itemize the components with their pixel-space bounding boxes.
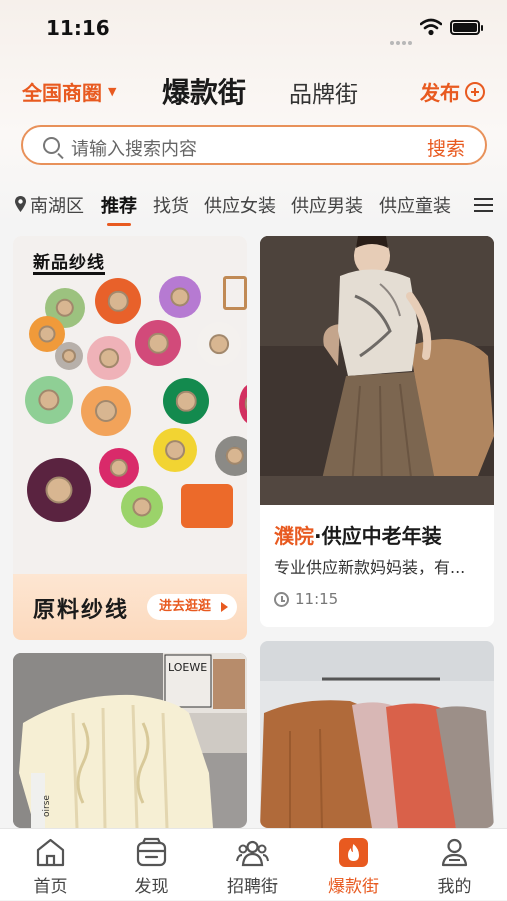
post-title: 濮院·供应中老年装	[274, 520, 442, 549]
area-selector[interactable]: 全国商圈 ▼	[22, 77, 116, 106]
fire-icon	[339, 838, 368, 867]
bottom-nav: 首页 发现 招聘街 爆款街 我的	[0, 828, 507, 900]
discover-icon	[136, 837, 167, 867]
category-bar: 南湖区 推荐 找货 供应女装 供应男装 供应童装	[0, 186, 507, 226]
battery-icon	[450, 20, 483, 35]
tab-brand-street[interactable]: 品牌街	[289, 75, 358, 109]
post-time: 11:15	[274, 590, 338, 608]
tab-hot-street[interactable]: 爆款街	[162, 71, 246, 111]
status-time: 11:16	[46, 16, 110, 40]
home-icon	[36, 838, 65, 867]
yarn-banner: 原料纱线 进去逛逛	[13, 574, 247, 640]
nav-profile-label: 我的	[437, 877, 472, 897]
nav-hot-street[interactable]: 爆款街	[303, 829, 404, 901]
caret-down-icon: ▼	[108, 85, 117, 98]
alarm-clock-icon	[274, 591, 289, 607]
category-mens[interactable]: 供应男装	[291, 192, 363, 218]
top-header: 全国商圈 ▼ 爆款街 品牌街 发布	[0, 66, 507, 114]
post-title-text: ·供应中老年装	[314, 524, 442, 548]
sweater-image: LOEWE oirse	[13, 653, 247, 828]
category-kids[interactable]: 供应童装	[379, 192, 451, 218]
post-description: 专业供应新款妈妈装，有...	[274, 558, 466, 577]
plus-circle-icon	[465, 81, 485, 102]
search-input[interactable]: 请输入搜索内容	[71, 135, 197, 161]
category-recommend[interactable]: 推荐	[101, 192, 137, 226]
wifi-icon	[420, 18, 442, 36]
post-title-location: 濮院	[274, 524, 314, 548]
yarn-tag: 新品纱线	[33, 248, 105, 275]
nav-discover[interactable]: 发现	[101, 829, 202, 901]
knitwear-image	[260, 641, 494, 828]
cellular-signal-icon	[390, 30, 416, 45]
category-womens[interactable]: 供应女装	[204, 192, 276, 218]
post-time-text: 11:15	[295, 590, 339, 608]
store-sign-text: LOEWE	[168, 661, 207, 674]
location-pin-icon	[15, 196, 26, 212]
recruit-icon	[236, 840, 269, 867]
status-bar: 11:16	[0, 0, 507, 56]
nav-recruit[interactable]: 招聘街	[202, 829, 303, 901]
nav-home[interactable]: 首页	[0, 829, 101, 901]
post-image	[260, 236, 494, 505]
search-bar[interactable]: 请输入搜索内容 搜索	[21, 125, 487, 165]
nav-hot-street-label: 爆款街	[328, 877, 379, 897]
category-find-goods[interactable]: 找货	[153, 192, 189, 218]
nav-home-label: 首页	[33, 877, 68, 897]
publish-label: 发布	[420, 81, 460, 105]
publish-button[interactable]: 发布	[420, 77, 485, 106]
nav-profile[interactable]: 我的	[404, 829, 505, 901]
post-card[interactable]: 濮院·供应中老年装 专业供应新款妈妈装，有... 11:15	[260, 236, 494, 627]
knitwear-card[interactable]	[260, 641, 494, 828]
nav-discover-label: 发现	[134, 877, 169, 897]
yarn-banner-title: 原料纱线	[33, 598, 130, 623]
menu-icon[interactable]	[474, 198, 493, 213]
enter-shop-button[interactable]: 进去逛逛	[147, 594, 238, 620]
search-button[interactable]: 搜索	[427, 134, 465, 161]
sweater-tag-text: oirse	[42, 795, 52, 817]
promo-card-yarn[interactable]: 新品纱线 原料纱线 进去逛逛	[13, 236, 247, 640]
profile-icon	[441, 838, 468, 867]
search-icon	[43, 137, 60, 154]
nav-recruit-label: 招聘街	[227, 877, 278, 897]
location-label[interactable]: 南湖区	[30, 192, 84, 218]
sweater-card[interactable]: LOEWE oirse	[13, 653, 247, 828]
area-selector-label: 全国商圈	[22, 81, 102, 105]
